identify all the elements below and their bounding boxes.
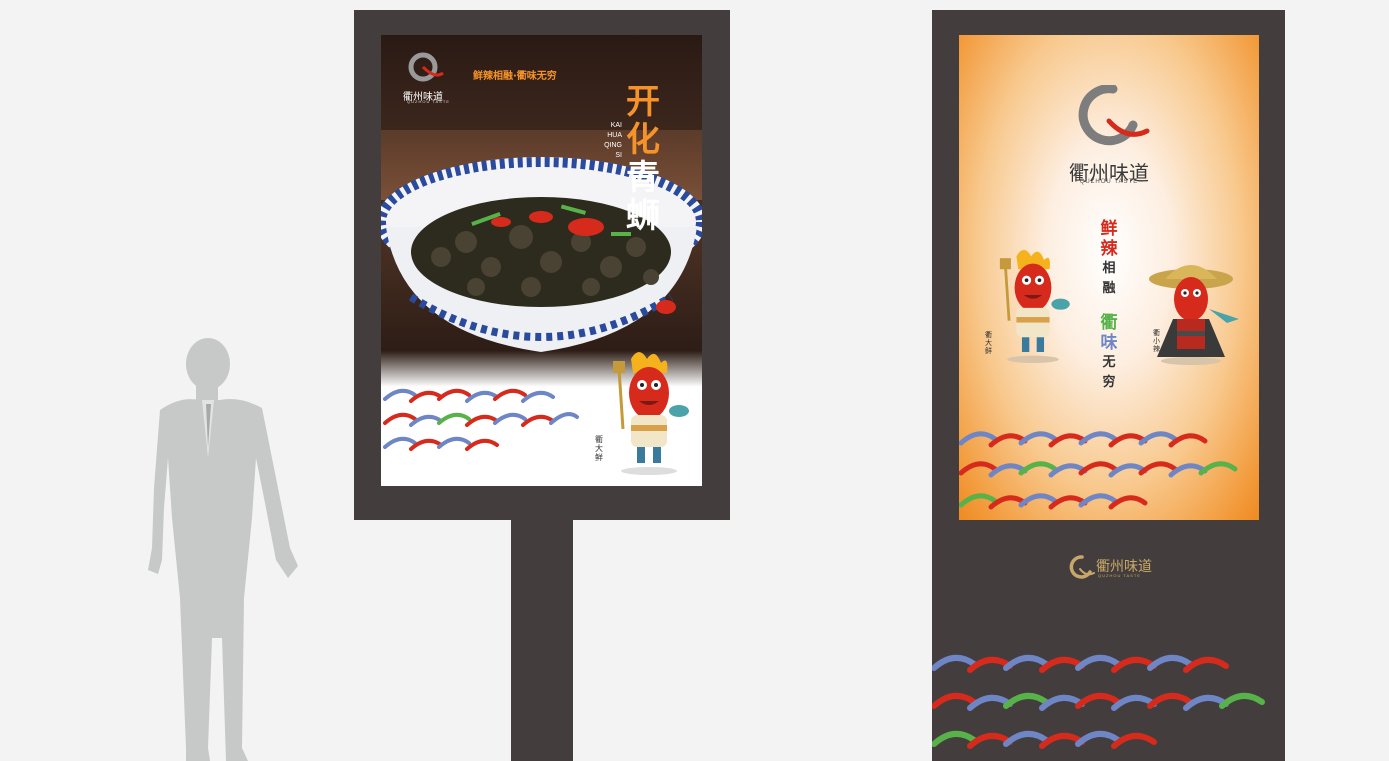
slogan-char: 鲜	[1100, 219, 1118, 239]
chili-mascot-left-image	[999, 249, 1070, 364]
slogan-char: 衢	[1100, 313, 1118, 333]
slogan-char: 味	[1100, 333, 1118, 353]
mascot-left-name: 衢大鲜	[985, 331, 992, 355]
chili-pattern	[383, 388, 579, 451]
dish-pinyin: QING	[604, 142, 622, 149]
brand-name-en-gold: QUZHOU TASTE	[1098, 573, 1141, 578]
dish-pinyin: HUA	[607, 132, 622, 139]
chili-pattern-frame	[932, 655, 1265, 749]
dish-pinyin: SI	[615, 152, 622, 159]
left-sign-poster: 衢州味道 QUZHOU TASTE 鲜辣相融·衢味无穷 开 化 青 蛳 KAI …	[381, 35, 702, 486]
mascot-name: 衢大鲜	[595, 435, 603, 462]
brand-logo-icon	[408, 52, 444, 82]
slogan-char: 无	[1102, 355, 1116, 370]
brand-logo-gold-icon	[1069, 555, 1095, 579]
dish-title-char: 开	[626, 82, 660, 122]
dish-pinyin: KAI	[610, 122, 622, 129]
chili-pattern	[959, 431, 1238, 510]
mascot-right-name: 衢小辣	[1153, 329, 1160, 353]
right-sign-poster: 衢州味道 QUZHOU TASTE 鲜 辣 相 融 衢 味 无 穷 衢大鲜 衢小…	[959, 35, 1259, 520]
slogan-char: 融	[1102, 281, 1116, 296]
slogan-char: 穷	[1102, 375, 1116, 390]
dish-title-char: 青	[626, 158, 660, 198]
brand-logo-icon	[1078, 85, 1150, 146]
slogan-small: 鲜辣相融·衢味无穷	[473, 71, 557, 82]
dish-title-char: 蛳	[626, 196, 660, 236]
left-sign-post	[511, 519, 573, 761]
chili-mascot-image	[613, 352, 689, 475]
brand-name-en: QUZHOU TASTE	[1079, 179, 1139, 185]
slogan-char: 相	[1102, 261, 1116, 276]
brand-name-en: QUZHOU TASTE	[407, 99, 450, 104]
dish-title-char: 化	[626, 120, 660, 160]
slogan-char: 辣	[1100, 239, 1118, 259]
person-silhouette	[148, 338, 298, 761]
